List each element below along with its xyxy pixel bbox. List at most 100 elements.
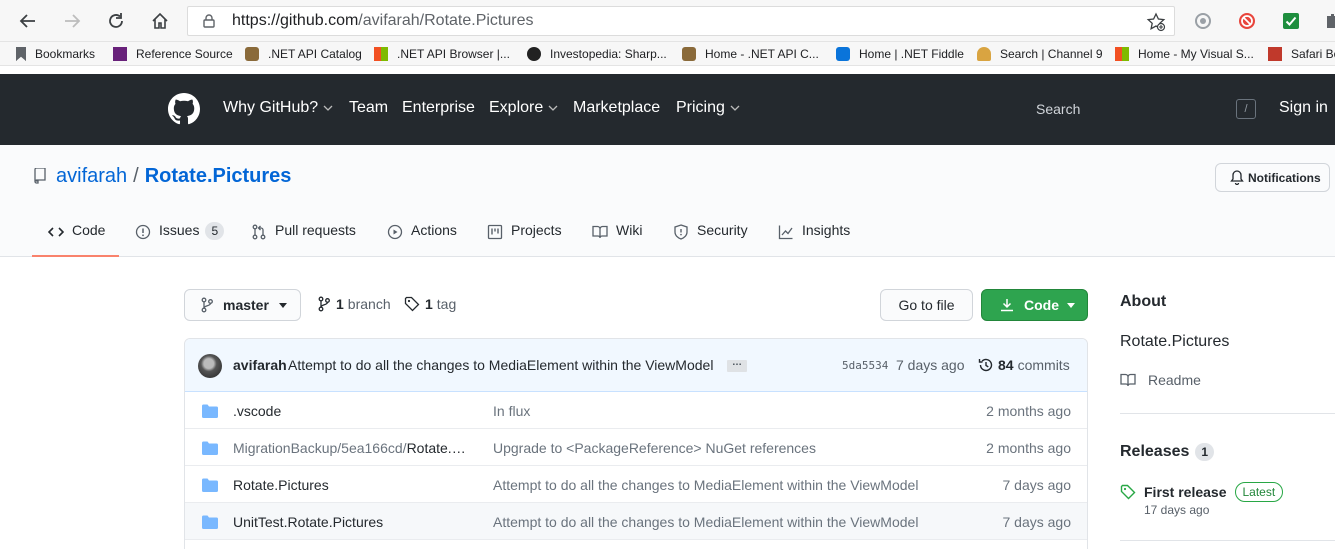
nav-enterprise[interactable]: Enterprise: [402, 99, 475, 117]
dropdown-caret-icon: [278, 302, 287, 308]
branch-select-button[interactable]: master: [184, 289, 301, 321]
github-logo-icon[interactable]: [168, 93, 200, 125]
file-commit-date: 7 days ago: [1002, 477, 1072, 493]
shield-icon: [674, 224, 688, 240]
bookmark-my-visual-studio[interactable]: Home - My Visual S...: [1115, 45, 1254, 63]
bookmark-safari-books[interactable]: Safari Bo: [1268, 45, 1335, 63]
code-icon: [48, 227, 64, 237]
favorite-star-icon[interactable]: [1146, 12, 1166, 32]
sidebar-divider: [1120, 540, 1335, 541]
commit-date: 7 days ago: [896, 357, 965, 373]
file-name-link[interactable]: MigrationBackup/5ea166cd/Rotate.Pi...: [233, 440, 475, 456]
nav-explore[interactable]: Explore: [489, 99, 558, 117]
code-download-button[interactable]: Code: [981, 289, 1088, 321]
tab-actions[interactable]: Actions: [387, 222, 457, 257]
home-button[interactable]: [148, 9, 172, 33]
notifications-button[interactable]: Notifications: [1215, 163, 1330, 192]
repo-name-link[interactable]: Rotate.Pictures: [145, 165, 292, 187]
bookmark-net-api-home[interactable]: Home - .NET API C...: [682, 45, 819, 63]
fiddle-icon: [836, 47, 850, 61]
file-commit-message-link[interactable]: Attempt to do all the changes to MediaEl…: [493, 514, 918, 530]
back-button[interactable]: [16, 9, 40, 33]
file-commit-date: 2 months ago: [986, 403, 1071, 419]
branch-icon: [318, 296, 330, 312]
commits-link[interactable]: 84 commits: [978, 357, 1070, 373]
pull-request-icon: [252, 224, 266, 240]
tab-code[interactable]: Code: [32, 222, 119, 257]
search-input[interactable]: Search: [1036, 101, 1080, 117]
about-description: Rotate.Pictures: [1120, 333, 1230, 350]
releases-heading[interactable]: Releases 1: [1120, 443, 1215, 461]
sign-in-link[interactable]: Sign in: [1279, 99, 1328, 117]
bookmark-net-api-catalog[interactable]: .NET API Catalog: [245, 45, 362, 63]
bookmark-reference-source[interactable]: Reference Source: [113, 45, 233, 63]
nav-team[interactable]: Team: [349, 99, 388, 117]
extension-check-icon[interactable]: [1281, 11, 1301, 31]
file-row[interactable]: Rotate.Pictures Attempt to do all the ch…: [185, 466, 1087, 503]
tab-wiki[interactable]: Wiki: [592, 222, 642, 257]
file-commit-message-link[interactable]: In flux: [493, 403, 530, 419]
file-commit-date: 7 days ago: [1002, 514, 1072, 530]
file-row[interactable]: MigrationBackup/5ea166cd/Rotate.Pi... Up…: [185, 429, 1087, 466]
branches-link[interactable]: 1 branch: [318, 296, 391, 312]
github-header: Why GitHub? Team Enterprise Explore Mark…: [0, 74, 1335, 145]
file-row[interactable]: UnitTest.Rotate.Pictures Attempt to do a…: [185, 503, 1087, 540]
folder-icon: [202, 441, 218, 455]
issue-icon: [135, 224, 151, 240]
bookmark-channel9[interactable]: Search | Channel 9: [977, 45, 1103, 63]
db-icon: [245, 47, 259, 61]
tab-projects[interactable]: Projects: [487, 222, 562, 257]
release-item[interactable]: First release Latest: [1120, 482, 1284, 502]
bookmark-net-fiddle[interactable]: Home | .NET Fiddle: [836, 45, 964, 63]
avatar[interactable]: [198, 354, 222, 378]
tab-pull-requests[interactable]: Pull requests: [251, 222, 356, 257]
nav-pricing[interactable]: Pricing: [676, 99, 740, 117]
bookmark-investopedia[interactable]: Investopedia: Sharp...: [527, 45, 667, 63]
issues-counter: 5: [205, 222, 225, 240]
tag-icon: [404, 296, 420, 312]
extension-ring-icon[interactable]: [1193, 11, 1213, 31]
release-name-link[interactable]: First release: [1144, 484, 1227, 500]
extension-puzzle-icon[interactable]: [1322, 11, 1335, 31]
commit-expand-button[interactable]: …: [727, 358, 747, 372]
commit-sha-link[interactable]: 5da5534: [842, 359, 888, 372]
nav-marketplace[interactable]: Marketplace: [573, 99, 660, 117]
folder-icon: [202, 404, 218, 418]
ms-icon: [374, 47, 388, 61]
file-commit-message-link[interactable]: Upgrade to <PackageReference> NuGet refe…: [493, 440, 816, 456]
ms-icon: [1115, 47, 1129, 61]
safari-icon: [1268, 47, 1282, 61]
go-to-file-button[interactable]: Go to file: [880, 289, 973, 321]
tags-link[interactable]: 1 tag: [404, 296, 456, 312]
folder-icon: [202, 515, 218, 529]
commit-message-link[interactable]: Attempt to do all the changes to MediaEl…: [288, 357, 713, 373]
forward-button[interactable]: [60, 9, 84, 33]
tab-security[interactable]: Security: [673, 222, 748, 257]
nav-why-github[interactable]: Why GitHub?: [223, 99, 333, 117]
readme-link[interactable]: Readme: [1120, 372, 1201, 388]
extension-blocker-icon[interactable]: [1237, 11, 1257, 31]
file-commit-message-link[interactable]: Attempt to do all the changes to MediaEl…: [493, 477, 918, 493]
search-shortcut-badge: /: [1236, 99, 1256, 119]
repo-owner-link[interactable]: avifarah: [56, 165, 127, 187]
file-commit-date: 2 months ago: [986, 440, 1071, 456]
tab-issues[interactable]: Issues 5: [135, 222, 225, 257]
address-bar[interactable]: https://github.com/avifarah/Rotate.Pictu…: [187, 6, 1175, 36]
bookmark-bookmarks[interactable]: Bookmarks: [16, 45, 95, 63]
play-icon: [387, 224, 403, 240]
reload-button[interactable]: [104, 9, 128, 33]
branch-icon: [201, 297, 213, 313]
file-row[interactable]: .vscode In flux 2 months ago: [185, 392, 1087, 429]
release-date: 17 days ago: [1144, 503, 1210, 517]
commit-author-link[interactable]: avifarah: [233, 357, 287, 373]
file-name-link[interactable]: UnitTest.Rotate.Pictures: [233, 514, 383, 530]
file-name-link[interactable]: Rotate.Pictures: [233, 477, 329, 493]
bookmark-net-api-browser[interactable]: .NET API Browser |...: [374, 45, 510, 63]
releases-counter: 1: [1195, 443, 1215, 461]
tab-insights[interactable]: Insights: [778, 222, 850, 257]
tag-icon: [1120, 484, 1136, 500]
file-name-link[interactable]: .vscode: [233, 403, 281, 419]
dropdown-caret-icon: [1067, 302, 1075, 308]
sidebar-divider: [1120, 413, 1335, 414]
latest-commit-row: avifarah Attempt to do all the changes t…: [185, 339, 1087, 392]
